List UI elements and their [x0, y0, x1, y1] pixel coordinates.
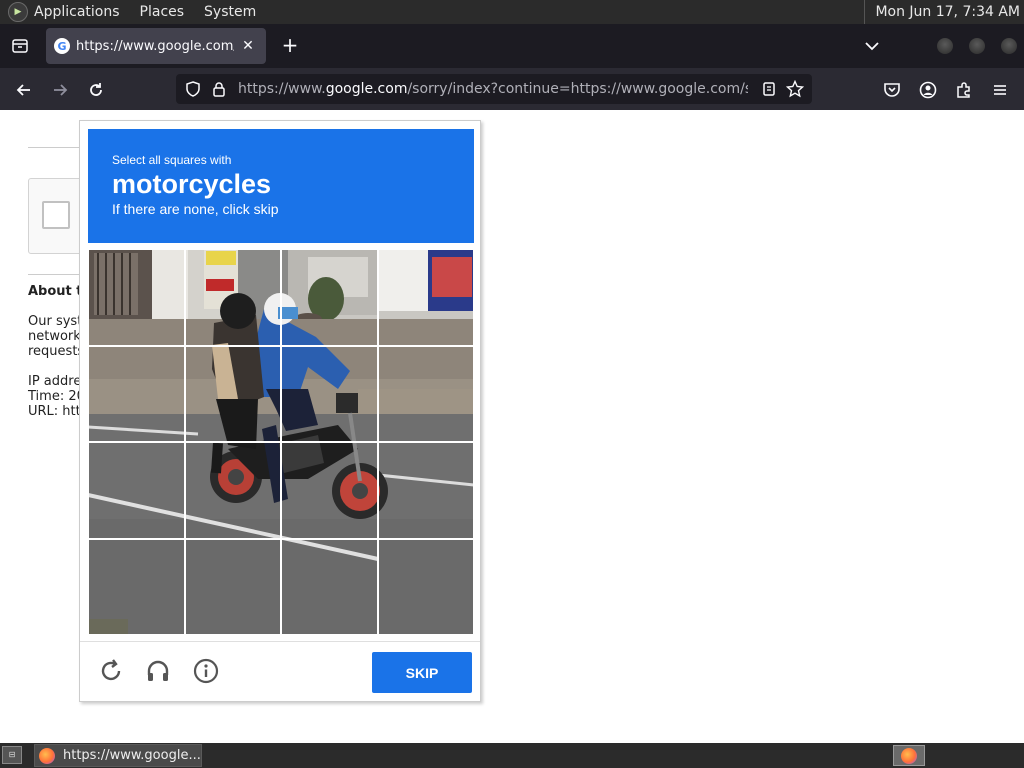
body-line: requests: [28, 344, 85, 359]
audio-challenge-button[interactable]: [144, 657, 172, 685]
maximize-button[interactable]: [969, 38, 985, 54]
tab-strip: G https://www.google.com/sorry/index ✕ +: [0, 24, 1024, 68]
app-menu-button[interactable]: [987, 77, 1013, 103]
menu-places[interactable]: Places: [140, 4, 185, 20]
captcha-tile-r3-c1[interactable]: [88, 442, 185, 539]
arrow-right-icon: [54, 84, 68, 96]
captcha-tile-r2-c2[interactable]: [184, 345, 281, 442]
menu-applications[interactable]: Applications: [34, 4, 120, 20]
bookmark-star-icon[interactable]: [782, 74, 808, 104]
arrow-left-icon: [16, 84, 30, 96]
captcha-tile-r4-c1[interactable]: [88, 538, 185, 635]
system-menu-bar: ▶ Applications Places System: [0, 0, 276, 24]
captcha-tile-r4-c3[interactable]: [281, 538, 378, 635]
captcha-tile-r1-c2[interactable]: [184, 249, 281, 346]
divider: [28, 274, 84, 275]
captcha-tile-r1-c1[interactable]: [88, 249, 185, 346]
url-bar[interactable]: https://www.google.com/sorry/index?conti…: [176, 74, 812, 104]
captcha-tile-r4-c2[interactable]: [184, 538, 281, 635]
bottom-taskbar: ⊟ https://www.google...: [0, 743, 1024, 768]
pocket-icon: [884, 83, 900, 97]
captcha-tile-r3-c4[interactable]: [377, 442, 474, 539]
reload-button[interactable]: [83, 77, 109, 103]
captcha-tile-r3-c2[interactable]: [184, 442, 281, 539]
account-button[interactable]: [915, 77, 941, 103]
tab-list-icon: [12, 39, 28, 53]
reload-challenge-button[interactable]: [97, 657, 125, 685]
captcha-tile-r2-c4[interactable]: [377, 345, 474, 442]
tab-title: https://www.google.com/sorry/index: [76, 38, 234, 54]
system-top-panel: ▶ Applications Places System Mon Jun 17,…: [0, 0, 1024, 24]
applications-logo-icon[interactable]: ▶: [8, 2, 28, 22]
pocket-button[interactable]: [879, 77, 905, 103]
show-desktop-button[interactable]: ⊟: [2, 746, 22, 764]
captcha-tile-r2-c3[interactable]: [281, 345, 378, 442]
url-path: /sorry/index?continue=https://www.google…: [407, 81, 748, 97]
im-not-a-robot-checkbox[interactable]: [42, 201, 70, 229]
taskbar-window-label: https://www.google...: [63, 748, 201, 763]
tab-close-button[interactable]: ✕: [238, 38, 258, 54]
menu-system[interactable]: System: [204, 4, 256, 20]
lock-icon[interactable]: [206, 74, 232, 104]
tracking-shield-icon[interactable]: [180, 74, 206, 104]
recaptcha-challenge: Select all squares with motorcycles If t…: [79, 120, 481, 702]
image-grid: [88, 249, 474, 635]
hamburger-menu-icon: [994, 85, 1006, 95]
captcha-tile-r1-c3[interactable]: [281, 249, 378, 346]
reader-view-icon[interactable]: [756, 74, 782, 104]
firefox-icon: [39, 747, 55, 764]
help-info-button[interactable]: [192, 657, 220, 685]
prompt-instruction: Select all squares with: [112, 153, 232, 167]
divider: [28, 147, 84, 148]
puzzle-piece-icon: [957, 82, 970, 98]
clock[interactable]: Mon Jun 17, 7:34 AM: [864, 0, 1020, 24]
skip-button[interactable]: SKIP: [372, 652, 472, 693]
body-line: network.: [28, 329, 85, 344]
close-window-button[interactable]: [1001, 38, 1017, 54]
navigation-toolbar: https://www.google.com/sorry/index?conti…: [0, 68, 1024, 110]
reload-icon: [101, 659, 121, 681]
url-text[interactable]: https://www.google.com/sorry/index?conti…: [238, 81, 748, 97]
captcha-tile-r2-c1[interactable]: [88, 345, 185, 442]
minimize-button[interactable]: [937, 38, 953, 54]
list-all-tabs-button[interactable]: [862, 36, 882, 56]
extensions-button[interactable]: [951, 77, 977, 103]
firefox-icon: [901, 747, 917, 764]
challenge-header: Select all squares with motorcycles If t…: [88, 129, 474, 243]
prompt-target: motorcycles: [112, 169, 272, 199]
tab-google-sorry[interactable]: G https://www.google.com/sorry/index ✕: [46, 28, 266, 64]
google-g-icon: G: [54, 38, 70, 54]
new-tab-button[interactable]: +: [278, 34, 302, 58]
captcha-tile-r1-c4[interactable]: [377, 249, 474, 346]
time-line: Time: 20: [28, 389, 85, 404]
tab-list-button[interactable]: [0, 24, 40, 68]
reload-icon: [90, 83, 102, 96]
forward-button[interactable]: [47, 77, 73, 103]
workspace-switcher[interactable]: [893, 745, 925, 766]
taskbar-window-firefox[interactable]: https://www.google...: [34, 744, 202, 767]
info-icon: [193, 658, 219, 684]
account-icon: [919, 81, 937, 99]
chevron-down-icon: [865, 42, 879, 51]
back-button[interactable]: [11, 77, 37, 103]
captcha-tile-r3-c3[interactable]: [281, 442, 378, 539]
url-host: google.com: [325, 81, 408, 97]
captcha-tile-r4-c4[interactable]: [377, 538, 474, 635]
prompt-hint: If there are none, click skip: [112, 201, 279, 217]
url-prefix: https://www.: [238, 81, 326, 97]
headphones-icon: [147, 660, 169, 681]
footer-divider: [80, 641, 480, 642]
